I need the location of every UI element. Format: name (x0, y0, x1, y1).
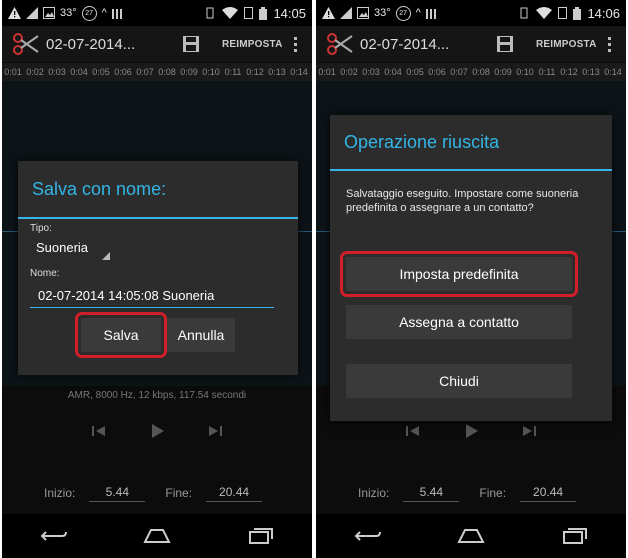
save-as-dialog: Salva con nome: Tipo: Suoneria Nome: 02-… (18, 161, 298, 375)
back-icon[interactable] (352, 526, 384, 546)
warning-icon (322, 7, 335, 19)
close-button[interactable]: Chiudi (346, 364, 572, 398)
image-icon (43, 7, 55, 19)
start-end-fields: Inizio: 5.44 Fine: 20.44 (316, 480, 626, 506)
battery-badge-icon: 27 (81, 5, 97, 21)
status-clock: 14:06 (587, 5, 620, 21)
type-label: Tipo: (30, 223, 52, 234)
image-icon (357, 7, 369, 19)
end-label: Fine: (479, 486, 507, 500)
dialog-title: Operazione riuscita (344, 132, 500, 152)
save-button[interactable]: Salva (75, 312, 167, 358)
cancel-button[interactable]: Annulla (167, 318, 235, 352)
page-title: 02-07-2014... (360, 35, 450, 53)
warning-icon (8, 7, 21, 19)
vibrate-icon (518, 7, 530, 19)
wifi-icon (536, 7, 553, 19)
start-label: Inizio: (44, 486, 76, 500)
success-dialog: Operazione riuscita Salvataggio eseguito… (330, 115, 612, 421)
forward-icon[interactable] (520, 422, 538, 440)
recents-icon[interactable] (244, 526, 276, 546)
reset-button[interactable]: REIMPOSTA (536, 39, 597, 50)
action-bar: 02-07-2014... REIMPOSTA (316, 26, 626, 62)
start-label: Inizio: (358, 486, 390, 500)
end-field[interactable]: 20.44 (206, 485, 263, 502)
home-icon[interactable] (141, 526, 173, 546)
wifi-icon (222, 7, 239, 19)
battery-badge-icon: 27 (395, 5, 411, 21)
set-default-button[interactable]: Imposta predefinita (340, 251, 578, 297)
playback-controls (2, 422, 312, 440)
page-title: 02-07-2014... (46, 35, 136, 53)
play-icon[interactable] (462, 422, 480, 440)
status-bar: 33° 27 ^ 14:06 (316, 0, 626, 26)
playback-controls (316, 422, 626, 440)
audio-info: AMR, 8000 Hz, 12 kbps, 117.54 secondi (67, 390, 247, 401)
wifi-warning-icon (26, 7, 38, 19)
reset-button[interactable]: REIMPOSTA (222, 39, 283, 50)
temperature-text: 33° (374, 7, 391, 19)
back-icon[interactable] (38, 526, 70, 546)
rewind-icon[interactable] (404, 422, 422, 440)
save-icon[interactable] (496, 35, 514, 53)
timeline-ruler: 0:01 0:02 0:03 0:04 0:05 0:06 0:07 0:08 0:09 0:10… (2, 63, 312, 81)
dialog-message: Salvataggio eseguito. Impostare come suo… (346, 188, 579, 214)
start-end-fields: Inizio: 5.44 Fine: 20.44 (2, 480, 312, 506)
phone-screen-success: 33° 27 ^ 14:06 02-07-2014... REIMPOSTA 0… (316, 0, 626, 558)
play-icon[interactable] (148, 422, 166, 440)
phone-screen-save: 33° 27 ^ 14:05 02-07-2014... REIMPOSTA 0… (2, 0, 312, 558)
start-field[interactable]: 5.44 (89, 485, 146, 502)
chevron-up-icon: ^ (101, 7, 107, 19)
battery-icon (259, 6, 268, 20)
overflow-menu-icon[interactable] (608, 36, 612, 52)
overflow-menu-icon[interactable] (294, 36, 298, 52)
timeline-ruler: 0:01 0:02 0:03 0:04 0:05 0:06 0:07 0:08 0:09 0:10… (316, 63, 626, 81)
end-field[interactable]: 20.44 (520, 485, 577, 502)
rewind-icon[interactable] (90, 422, 108, 440)
signal-bars-icon (425, 7, 436, 19)
home-icon[interactable] (455, 526, 487, 546)
navigation-bar (316, 514, 626, 558)
signal-bars-icon (111, 7, 122, 19)
sim-icon (244, 7, 254, 19)
dialog-title: Salva con nome: (32, 179, 167, 199)
vibrate-icon (204, 7, 216, 19)
wifi-warning-icon (340, 7, 352, 19)
type-spinner[interactable]: Suoneria (36, 240, 110, 260)
scissors-icon[interactable] (12, 32, 40, 56)
recents-icon[interactable] (558, 526, 590, 546)
name-label: Nome: (30, 268, 60, 279)
end-label: Fine: (165, 486, 193, 500)
name-input[interactable]: 02-07-2014 14:05:08 Suoneria (30, 285, 274, 308)
chevron-up-icon: ^ (415, 7, 421, 19)
start-field[interactable]: 5.44 (403, 485, 460, 502)
status-clock: 14:05 (273, 5, 306, 21)
scissors-icon[interactable] (326, 32, 354, 56)
navigation-bar (2, 514, 312, 558)
status-bar: 33° 27 ^ 14:05 (2, 0, 312, 26)
action-bar: 02-07-2014... REIMPOSTA (2, 26, 312, 62)
sim-icon (558, 7, 568, 19)
temperature-text: 33° (60, 7, 77, 19)
forward-icon[interactable] (206, 422, 224, 440)
assign-contact-button[interactable]: Assegna a contatto (346, 305, 572, 339)
save-icon[interactable] (182, 35, 200, 53)
dialog-buttons: Salva Annulla (18, 312, 298, 358)
battery-icon (573, 6, 582, 20)
